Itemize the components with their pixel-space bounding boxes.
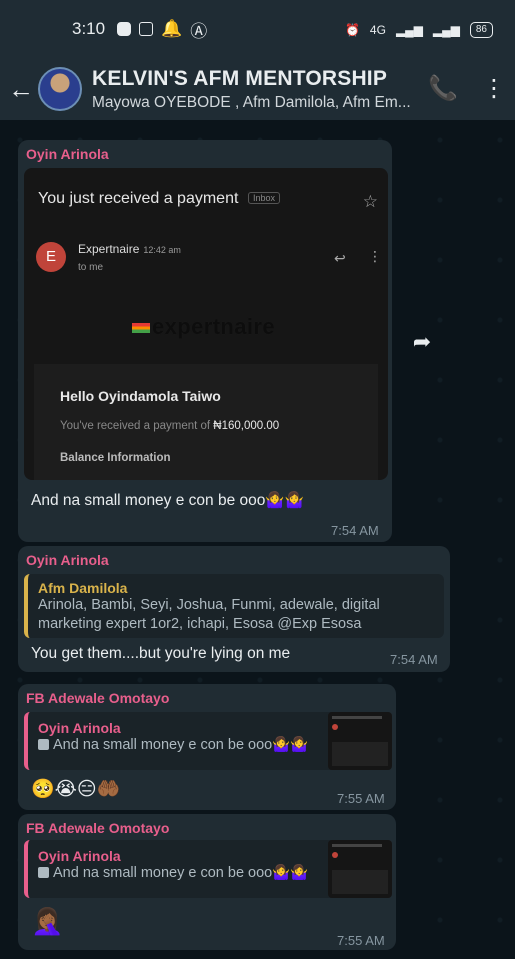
instagram-notification-icon — [139, 22, 154, 36]
email-payment-line: You've received a payment of ₦160,000.00 — [60, 420, 280, 432]
group-avatar[interactable] — [38, 67, 82, 111]
group-title: KELVIN'S AFM MENTORSHIP — [92, 66, 388, 90]
message-text: 🥺😭😑🤲🏾 — [31, 779, 121, 800]
more-menu-icon[interactable]: ⋮ — [482, 74, 506, 103]
photo-icon — [38, 867, 49, 878]
more-icon: ⋮ — [368, 248, 382, 264]
chat-header: ← KELVIN'S AFM MENTORSHIP Mayowa OYEBODE… — [0, 58, 515, 120]
inbox-tag: Inbox — [248, 192, 281, 204]
bell-icon: 🔔 — [161, 19, 183, 38]
reply-icon: ↩ — [334, 250, 346, 266]
message-sender: Oyin Arinola — [26, 146, 109, 162]
back-arrow-icon[interactable]: ← — [6, 74, 36, 105]
quoted-text: Arinola, Bambi, Seyi, Joshua, Funmi, ade… — [38, 597, 380, 632]
brand-logo: expertnaire — [132, 314, 275, 340]
message-sender: Oyin Arinola — [26, 552, 109, 568]
network-label: 4G — [369, 23, 386, 37]
add-call-icon[interactable]: 📞 — [428, 74, 458, 103]
star-icon: ☆ — [362, 192, 378, 211]
email-to: to me — [78, 262, 104, 273]
status-time: 3:10 — [72, 19, 106, 38]
message-sender: FB Adewale Omotayo — [26, 690, 170, 706]
whatsapp-notification-icon — [117, 22, 132, 36]
email-subject: You just received a payment — [38, 190, 239, 207]
message-text: You get them....but you're lying on me — [31, 645, 291, 662]
message-sender: FB Adewale Omotayo — [26, 820, 170, 836]
email-balance-heading: Balance Information — [60, 452, 171, 464]
email-screenshot-image[interactable]: You just received a payment Inbox ☆ E Ex… — [24, 168, 388, 480]
signal-icon: ▂▄▆ — [395, 23, 423, 37]
alarm-icon: ⏰ — [344, 23, 360, 37]
photo-icon — [38, 739, 49, 750]
notification-a-icon: Ⓐ — [190, 21, 208, 41]
quoted-message[interactable]: Afm Damilola Arinola, Bambi, Seyi, Joshu… — [24, 574, 444, 638]
message-time: 7:54 AM — [390, 652, 438, 667]
quoted-image-thumbnail — [328, 840, 392, 898]
signal-icon-2: ▂▄▆ — [432, 23, 460, 37]
message-time: 7:55 AM — [337, 933, 385, 948]
email-body-panel: Hello Oyindamola Taiwo You've received a… — [34, 364, 378, 480]
chat-title-area[interactable]: KELVIN'S AFM MENTORSHIP Mayowa OYEBODE ,… — [92, 67, 422, 112]
message-text: And na small money e con be ooo🤷‍♀️🤷‍♀️ — [31, 492, 304, 509]
email-from: Expertnaire 12:42 am — [78, 242, 181, 256]
status-bar: 3:10 🔔 Ⓐ ⏰ 4G ▂▄▆ ▂▄▆ 86 — [0, 0, 515, 58]
battery-level: 86 — [469, 22, 493, 38]
message-text: 🤦🏾‍♀️ — [31, 906, 64, 936]
group-members: Mayowa OYEBODE , Afm Damilola, Afm Em... — [92, 93, 411, 111]
message-time: 7:54 AM — [331, 523, 379, 538]
email-greeting: Hello Oyindamola Taiwo — [60, 388, 221, 404]
quoted-image-thumbnail — [328, 712, 392, 770]
message-time: 7:55 AM — [337, 791, 385, 806]
forward-icon[interactable]: ➦ — [402, 322, 442, 362]
sender-avatar: E — [36, 242, 66, 272]
quoted-sender: Afm Damilola — [38, 580, 128, 596]
